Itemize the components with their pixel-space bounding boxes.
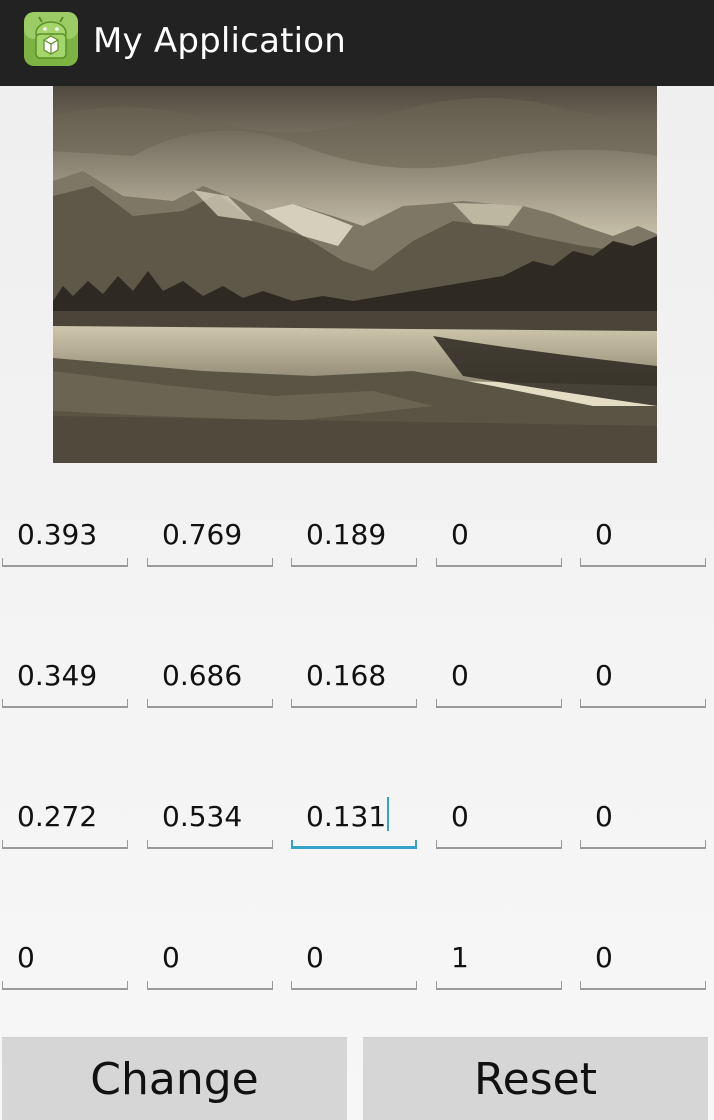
field-underline — [291, 558, 417, 567]
field-underline — [436, 981, 562, 990]
field-underline — [147, 981, 273, 990]
field-underline — [147, 699, 273, 708]
matrix-cell-value: 0.189 — [306, 518, 387, 551]
matrix-cell-value: 0.393 — [17, 518, 98, 551]
matrix-cell-value: 0 — [306, 941, 324, 974]
matrix-cell-value: 0 — [595, 800, 613, 833]
field-underline — [436, 558, 562, 567]
matrix-cell-value: 0 — [451, 518, 469, 551]
field-underline — [580, 558, 706, 567]
app-title: My Application — [93, 21, 347, 61]
matrix-cell[interactable]: 0.534 — [145, 797, 273, 849]
matrix-cell-value: 1 — [451, 941, 469, 974]
matrix-cell[interactable]: 0 — [434, 797, 562, 849]
reset-button[interactable]: Reset — [363, 1037, 708, 1120]
matrix-cell[interactable]: 0.272 — [0, 797, 128, 849]
matrix-cell-value: 0.686 — [162, 659, 243, 692]
field-underline — [291, 981, 417, 990]
field-underline — [436, 699, 562, 708]
matrix-cell[interactable]: 1 — [434, 938, 562, 990]
android-app-icon[interactable] — [22, 10, 80, 68]
matrix-cell-value: 0.272 — [17, 800, 98, 833]
matrix-cell[interactable]: 0.686 — [145, 656, 273, 708]
field-underline — [2, 981, 128, 990]
matrix-cell[interactable]: 0 — [434, 515, 562, 567]
matrix-cell-value: 0 — [451, 659, 469, 692]
action-bar: My Application — [0, 0, 714, 86]
matrix-cell-value: 0 — [451, 800, 469, 833]
matrix-cell-focused[interactable]: 0.131 — [289, 797, 417, 849]
field-underline — [436, 840, 562, 849]
field-underline — [147, 840, 273, 849]
matrix-cell[interactable]: 0.168 — [289, 656, 417, 708]
matrix-cell[interactable]: 0.393 — [0, 515, 128, 567]
matrix-cell-value: 0.769 — [162, 518, 243, 551]
field-underline — [147, 558, 273, 567]
field-underline — [580, 981, 706, 990]
matrix-cell-text: 0.131 — [306, 800, 387, 833]
field-underline-focused — [291, 840, 417, 849]
matrix-cell-value: 0.131 — [306, 797, 390, 837]
matrix-cell-value: 0.349 — [17, 659, 98, 692]
matrix-cell[interactable]: 0 — [0, 938, 128, 990]
matrix-cell-value: 0 — [595, 659, 613, 692]
matrix-cell-value: 0 — [595, 941, 613, 974]
matrix-cell[interactable]: 0 — [434, 656, 562, 708]
matrix-cell[interactable]: 0 — [578, 938, 706, 990]
matrix-cell[interactable]: 0 — [289, 938, 417, 990]
matrix-cell-value: 0 — [162, 941, 180, 974]
field-underline — [2, 558, 128, 567]
matrix-cell-value: 0 — [595, 518, 613, 551]
matrix-cell[interactable]: 0.349 — [0, 656, 128, 708]
field-underline — [580, 699, 706, 708]
matrix-cell-value: 0.168 — [306, 659, 387, 692]
matrix-cell[interactable]: 0 — [578, 515, 706, 567]
field-underline — [291, 699, 417, 708]
matrix-cell[interactable]: 0 — [578, 797, 706, 849]
matrix-cell[interactable]: 0.189 — [289, 515, 417, 567]
matrix-cell[interactable]: 0.769 — [145, 515, 273, 567]
matrix-cell-value: 0 — [17, 941, 35, 974]
field-underline — [2, 699, 128, 708]
field-underline — [580, 840, 706, 849]
text-cursor — [387, 797, 390, 831]
field-underline — [2, 840, 128, 849]
sepia-landscape-image — [53, 86, 657, 463]
matrix-cell-value: 0.534 — [162, 800, 243, 833]
matrix-cell[interactable]: 0 — [145, 938, 273, 990]
change-button[interactable]: Change — [2, 1037, 347, 1120]
matrix-cell[interactable]: 0 — [578, 656, 706, 708]
